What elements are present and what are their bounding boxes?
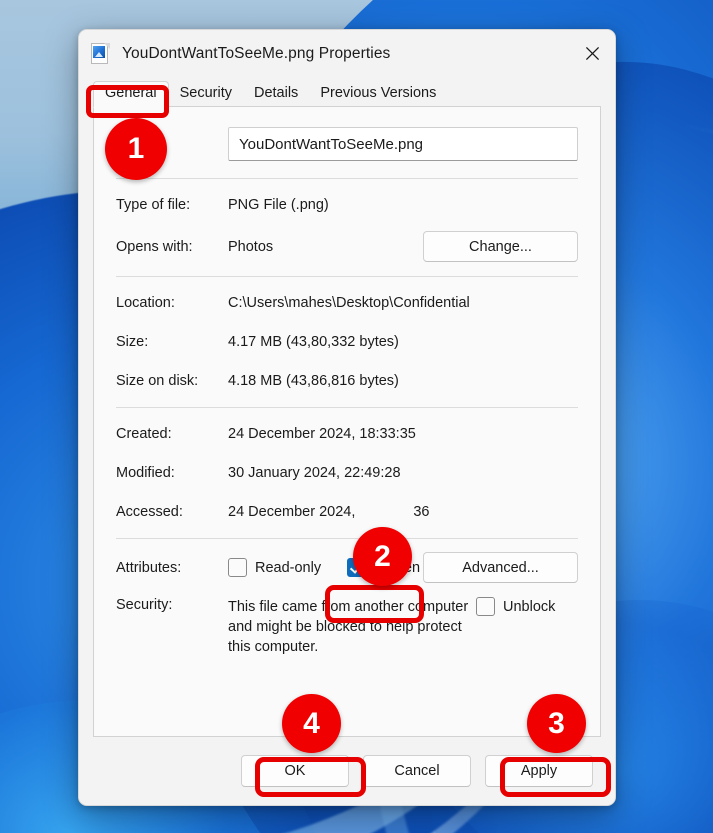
modified-value: 30 January 2024, 22:49:28 (228, 464, 401, 481)
png-file-icon (91, 42, 111, 65)
security-label: Security: (116, 597, 173, 613)
modified-row: Modified: 30 January 2024, 22:49:28 (116, 460, 578, 485)
apply-button[interactable]: Apply (485, 755, 593, 787)
size-label: Size: (116, 333, 149, 350)
size-on-disk-row: Size on disk: 4.18 MB (43,86,816 bytes) (116, 368, 578, 393)
png-file-icon-large (116, 123, 228, 165)
accessed-value-end: 36 (413, 503, 430, 520)
unblock-checkbox[interactable]: Unblock (476, 597, 555, 616)
size-on-disk-value: 4.18 MB (43,86,816 bytes) (228, 372, 399, 389)
advanced-button[interactable]: Advanced... (423, 552, 578, 583)
accessed-value-start: 24 December 2024, (228, 503, 356, 520)
hidden-checkbox[interactable]: Hidden (347, 558, 420, 577)
accessed-label: Accessed: (116, 503, 183, 520)
unblock-label: Unblock (503, 598, 556, 615)
location-value: C:\Users\mahes\Desktop\Confidential (228, 294, 470, 311)
filename-row: YouDontWantToSeeMe.png (116, 123, 578, 165)
security-message: This file came from another computer and… (228, 599, 469, 655)
dialog-titlebar: YouDontWantToSeeMe.png Properties (79, 30, 615, 77)
modified-label: Modified: (116, 464, 175, 481)
dialog-title: YouDontWantToSeeMe.png Properties (122, 44, 391, 62)
attributes-label: Attributes: (116, 559, 182, 576)
size-row: Size: 4.17 MB (43,80,332 bytes) (116, 329, 578, 354)
type-of-file-label: Type of file: (116, 196, 191, 213)
tab-security[interactable]: Security (169, 82, 243, 107)
file-properties-dialog: YouDontWantToSeeMe.png Properties Genera… (78, 29, 616, 806)
hidden-label: Hidden (374, 559, 421, 576)
checkbox-box (228, 558, 247, 577)
divider-1 (116, 178, 578, 179)
divider-4 (116, 538, 578, 539)
general-tab-panel: YouDontWantToSeeMe.png Type of file: PNG… (93, 107, 601, 737)
cancel-button[interactable]: Cancel (363, 755, 471, 787)
opens-with-label: Opens with: (116, 238, 193, 255)
dialog-footer: OK Cancel Apply (79, 737, 615, 805)
divider-3 (116, 407, 578, 408)
tab-general[interactable]: General (93, 81, 169, 108)
type-of-file-row: Type of file: PNG File (.png) (116, 192, 578, 217)
created-value: 24 December 2024, 18:33:35 (228, 425, 416, 442)
opens-with-value: Photos (228, 238, 274, 255)
type-of-file-value: PNG File (.png) (228, 196, 329, 213)
desktop-background: YouDontWantToSeeMe.png Properties Genera… (0, 0, 713, 833)
change-button[interactable]: Change... (423, 231, 578, 262)
created-row: Created: 24 December 2024, 18:33:35 (116, 421, 578, 446)
ok-button[interactable]: OK (241, 755, 349, 787)
location-label: Location: (116, 294, 175, 311)
created-label: Created: (116, 425, 172, 442)
accessed-value: 24 December 2024, 36 (228, 504, 578, 520)
close-icon[interactable] (569, 30, 615, 77)
checkbox-box (476, 597, 495, 616)
checkbox-box (347, 558, 367, 577)
security-row: Security: This file came from another co… (116, 597, 578, 657)
tab-details[interactable]: Details (243, 82, 309, 107)
readonly-checkbox[interactable]: Read-only (228, 558, 321, 577)
accessed-row: Accessed: 24 December 2024, 36 (116, 499, 578, 524)
readonly-label: Read-only (255, 559, 322, 576)
divider-2 (116, 276, 578, 277)
location-row: Location: C:\Users\mahes\Desktop\Confide… (116, 290, 578, 315)
tab-previous-versions[interactable]: Previous Versions (309, 82, 447, 107)
size-value: 4.17 MB (43,80,332 bytes) (228, 333, 399, 350)
filename-input[interactable]: YouDontWantToSeeMe.png (228, 127, 578, 161)
tab-strip: General Security Details Previous Versio… (79, 77, 615, 108)
opens-with-row: Opens with: Photos Change... (116, 231, 578, 262)
size-on-disk-label: Size on disk: (116, 372, 199, 389)
attributes-row: Attributes: Read-only Hidden Advanced... (116, 552, 578, 583)
